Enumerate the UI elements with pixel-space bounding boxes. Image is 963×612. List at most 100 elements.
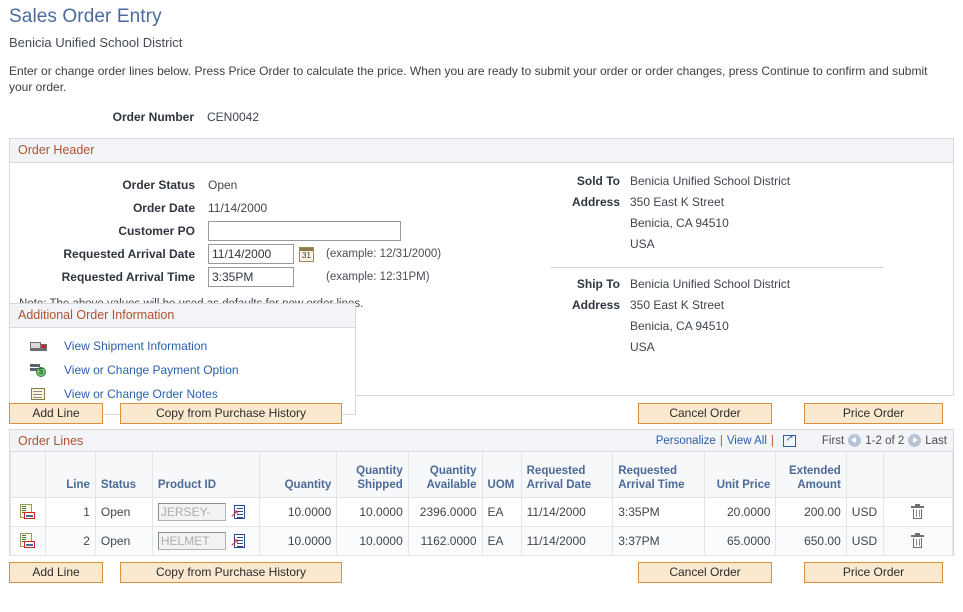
th-product-id-label: Product ID bbox=[158, 479, 216, 491]
th-line: Line bbox=[45, 452, 95, 498]
add-line-button-bottom[interactable]: Add Line bbox=[9, 562, 103, 583]
cell-uom: EA bbox=[482, 527, 521, 556]
th-quantity-shipped-line1: Quantity bbox=[356, 465, 403, 477]
sold-to-label: Sold To bbox=[538, 174, 620, 188]
ship-to-row: Ship To Benicia Unified School District bbox=[538, 277, 953, 298]
order-date-value: 11/14/2000 bbox=[208, 201, 267, 215]
requested-arrival-date-label: Requested Arrival Date bbox=[10, 247, 195, 261]
requested-arrival-time-input[interactable] bbox=[208, 267, 294, 287]
copy-from-purchase-history-button-bottom[interactable]: Copy from Purchase History bbox=[120, 562, 342, 583]
sold-to-address-line-1: 350 East K Street bbox=[630, 195, 724, 209]
line-detail-icon[interactable] bbox=[20, 504, 36, 520]
page-subtitle: Benicia Unified School District bbox=[0, 28, 963, 50]
ship-to-address-row-3: USA bbox=[538, 340, 953, 361]
field-requested-arrival-date: Requested Arrival Date (example: 12/31/2… bbox=[10, 243, 530, 265]
view-change-payment-option-item[interactable]: View or Change Payment Option bbox=[10, 358, 355, 382]
order-number-label: Order Number bbox=[9, 110, 194, 124]
requested-arrival-date-example: (example: 12/31/2000) bbox=[326, 248, 441, 260]
table-row: 2 Open HELMET ↗ 10.0000 10.0000 1162.000… bbox=[11, 527, 953, 556]
product-id-input[interactable]: HELMET bbox=[158, 532, 226, 550]
cell-delete[interactable] bbox=[883, 498, 952, 527]
pager-last-label[interactable]: Last bbox=[925, 435, 947, 447]
cancel-order-button-bottom[interactable]: Cancel Order bbox=[638, 562, 772, 583]
view-shipment-information-link[interactable]: View Shipment Information bbox=[64, 339, 207, 353]
cell-unit-price: 20.0000 bbox=[704, 498, 776, 527]
requested-arrival-date-input[interactable] bbox=[208, 244, 294, 264]
price-order-button-top[interactable]: Price Order bbox=[804, 403, 943, 424]
cell-requested-arrival-time: 3:35PM bbox=[613, 498, 705, 527]
copy-from-purchase-history-button-top[interactable]: Copy from Purchase History bbox=[120, 403, 342, 424]
field-requested-arrival-time: Requested Arrival Time (example: 12:31PM… bbox=[10, 266, 530, 288]
th-uom: UOM bbox=[482, 452, 521, 498]
price-order-button-bottom[interactable]: Price Order bbox=[804, 562, 943, 583]
cell-status: Open bbox=[95, 527, 152, 556]
cell-delete[interactable] bbox=[883, 527, 952, 556]
cell-line: 1 bbox=[45, 498, 95, 527]
th-currency bbox=[846, 452, 883, 498]
th-extended-amount-line1: Extended bbox=[789, 465, 841, 477]
customer-po-input[interactable] bbox=[208, 221, 401, 241]
cell-quantity-available: 2396.0000 bbox=[408, 498, 482, 527]
next-page-icon[interactable] bbox=[908, 434, 921, 447]
lookup-icon[interactable]: ↗ bbox=[230, 505, 245, 520]
cell-unit-price: 65.0000 bbox=[704, 527, 776, 556]
view-all-link[interactable]: View All bbox=[727, 435, 767, 447]
cell-extended-amount: 650.00 bbox=[776, 527, 846, 556]
previous-page-icon[interactable] bbox=[848, 434, 861, 447]
add-line-button-top[interactable]: Add Line bbox=[9, 403, 103, 424]
sold-to-address-line-2: Benicia, CA 94510 bbox=[630, 216, 729, 230]
product-id-input[interactable]: JERSEY- bbox=[158, 503, 226, 521]
line-detail-icon[interactable] bbox=[20, 533, 36, 549]
ship-to-label: Ship To bbox=[538, 277, 620, 291]
th-delete bbox=[883, 452, 952, 498]
view-shipment-information-item[interactable]: View Shipment Information bbox=[10, 334, 355, 358]
ship-to-address-label: Address bbox=[538, 298, 620, 312]
cell-requested-arrival-time: 3:37PM bbox=[613, 527, 705, 556]
requested-arrival-time-example: (example: 12:31PM) bbox=[326, 271, 430, 283]
expand-grid-icon[interactable] bbox=[783, 435, 796, 447]
field-order-date: Order Date 11/14/2000 bbox=[10, 197, 530, 219]
calendar-icon[interactable] bbox=[299, 247, 314, 262]
order-lines-nav: Personalize | View All | First 1-2 of 2 … bbox=[656, 430, 947, 451]
field-order-status: Order Status Open bbox=[10, 174, 530, 196]
delete-row-icon[interactable] bbox=[911, 505, 924, 520]
th-unit-price: Unit Price bbox=[704, 452, 776, 498]
view-change-payment-option-link[interactable]: View or Change Payment Option bbox=[64, 363, 239, 377]
cell-uom: EA bbox=[482, 498, 521, 527]
th-quantity-available-line1: Quantity bbox=[430, 465, 477, 477]
cell-quantity: 10.0000 bbox=[260, 498, 337, 527]
order-date-label: Order Date bbox=[10, 201, 195, 215]
cancel-order-button-top[interactable]: Cancel Order bbox=[638, 403, 772, 424]
th-quantity-label: Quantity bbox=[285, 479, 332, 491]
money-icon bbox=[30, 362, 48, 378]
view-change-order-notes-link[interactable]: View or Change Order Notes bbox=[64, 387, 218, 401]
th-unit-price-label: Unit Price bbox=[717, 479, 771, 491]
field-customer-po: Customer PO bbox=[10, 220, 530, 242]
delete-row-icon[interactable] bbox=[911, 534, 924, 549]
th-product-id: Product ID bbox=[152, 452, 259, 498]
order-header-section-title: Order Header bbox=[10, 139, 953, 163]
top-action-bar: Add Line Copy from Purchase History Canc… bbox=[9, 403, 954, 429]
instructions-text: Enter or change order lines below. Press… bbox=[0, 50, 941, 95]
cell-currency: USD bbox=[846, 498, 883, 527]
th-uom-label: UOM bbox=[488, 479, 515, 491]
th-line-label: Line bbox=[66, 479, 90, 491]
row-detail-cell[interactable] bbox=[11, 498, 46, 527]
th-quantity: Quantity bbox=[260, 452, 337, 498]
th-requested-arrival-time: Requested Arrival Time bbox=[613, 452, 705, 498]
sold-to-address-line-3: USA bbox=[630, 237, 655, 251]
address-divider bbox=[550, 267, 883, 268]
personalize-link[interactable]: Personalize bbox=[656, 435, 716, 447]
lookup-icon[interactable]: ↗ bbox=[230, 534, 245, 549]
cell-currency: USD bbox=[846, 527, 883, 556]
cell-status: Open bbox=[95, 498, 152, 527]
customer-po-label: Customer PO bbox=[10, 224, 195, 238]
th-req-arrival-date-line1: Requested bbox=[527, 465, 586, 477]
order-status-label: Order Status bbox=[10, 178, 195, 192]
row-detail-cell[interactable] bbox=[11, 527, 46, 556]
th-req-arrival-time-line1: Requested bbox=[618, 465, 677, 477]
th-quantity-available-line2: Available bbox=[426, 479, 476, 491]
ship-to-address-line-3: USA bbox=[630, 340, 655, 354]
pager-first-label[interactable]: First bbox=[822, 435, 844, 447]
cell-line: 2 bbox=[45, 527, 95, 556]
